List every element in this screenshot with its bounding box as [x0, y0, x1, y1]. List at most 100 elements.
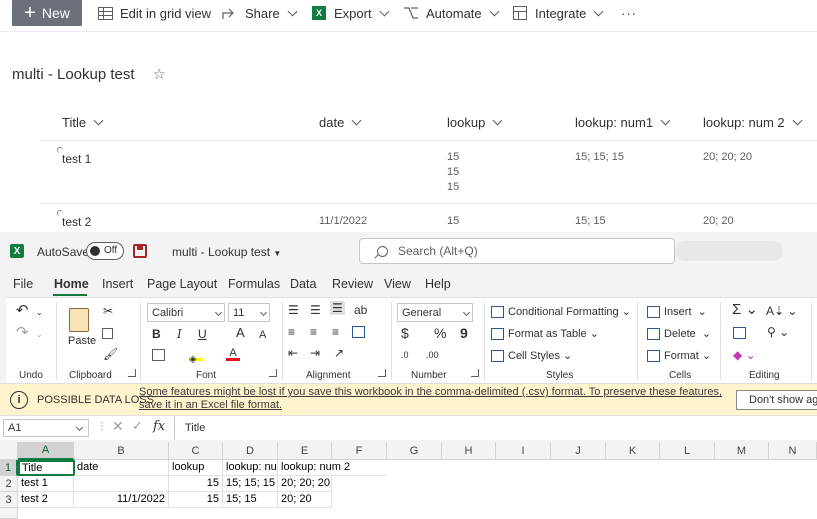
tab-formulas[interactable]: Formulas — [228, 277, 280, 291]
automate-button[interactable]: Automate — [403, 0, 500, 26]
number-format-select[interactable]: General — [397, 303, 473, 322]
tab-help[interactable]: Help — [425, 277, 451, 291]
column-header-g[interactable]: G — [387, 442, 442, 460]
decrease-indent-icon[interactable]: ⇤ — [288, 346, 298, 360]
clear-icon[interactable]: ◆ ⌄ — [733, 348, 756, 362]
document-name[interactable]: multi - Lookup test ▼ — [172, 245, 281, 259]
account-name[interactable] — [675, 241, 783, 261]
align-middle-icon[interactable]: ☰ — [310, 303, 321, 317]
list-item-title[interactable]: test 2 — [62, 215, 91, 229]
column-header-l[interactable]: L — [660, 442, 715, 460]
underline-button[interactable]: U — [198, 327, 207, 341]
column-header-e[interactable]: E — [278, 442, 332, 460]
merge-center-icon[interactable] — [352, 326, 365, 338]
column-header-lookup-num2[interactable]: lookup: num 2 — [703, 115, 803, 130]
percent-button[interactable]: % — [434, 326, 446, 340]
cell-a3[interactable]: test 2 — [18, 492, 74, 508]
undo-icon[interactable]: ↶ — [16, 303, 29, 318]
format-cells-button[interactable]: Format ⌄ — [647, 349, 711, 363]
fill-icon[interactable] — [733, 327, 746, 339]
cell-c1[interactable]: lookup — [169, 460, 223, 476]
cut-icon[interactable]: ✂ — [103, 304, 113, 318]
row-header-3[interactable]: 3 — [0, 492, 18, 508]
column-header-h[interactable]: H — [442, 442, 496, 460]
favorite-star-icon[interactable]: ☆ — [153, 66, 166, 83]
column-header-a[interactable]: A — [18, 442, 74, 460]
column-header-date[interactable]: date — [319, 115, 362, 130]
comma-style-button[interactable]: 9 — [460, 326, 468, 340]
column-header-k[interactable]: K — [606, 442, 660, 460]
column-header-i[interactable]: I — [496, 442, 551, 460]
currency-button[interactable]: $ — [401, 326, 409, 340]
cell-b3[interactable]: 11/1/2022 — [74, 492, 169, 508]
name-box[interactable]: A1 — [3, 419, 89, 437]
fill-color-icon[interactable]: ◈ — [189, 349, 203, 365]
decrease-decimal-icon[interactable]: .00 — [426, 348, 439, 362]
copy-icon[interactable] — [102, 328, 113, 339]
cell-a2[interactable]: test 1 — [18, 476, 74, 492]
row-header-2[interactable]: 2 — [0, 476, 18, 492]
column-header-lookup[interactable]: lookup — [447, 115, 503, 130]
cell-styles-button[interactable]: Cell Styles ⌄ — [491, 349, 572, 363]
dialog-launcher-icon[interactable] — [269, 369, 277, 377]
cell-b1[interactable]: date — [74, 460, 169, 476]
integrate-button[interactable]: Integrate — [513, 0, 604, 26]
tab-insert[interactable]: Insert — [102, 277, 133, 291]
column-header-j[interactable]: J — [551, 442, 606, 460]
more-icon[interactable]: ··· — [621, 0, 637, 26]
align-center-icon[interactable]: ≡ — [310, 325, 317, 339]
share-button[interactable]: Share — [222, 0, 298, 26]
cell-c2[interactable]: 15 — [169, 476, 223, 492]
cell-c3[interactable]: 15 — [169, 492, 223, 508]
cell-e3[interactable]: 20; 20 — [278, 492, 332, 508]
export-button[interactable]: X Export — [312, 0, 390, 26]
column-header-n[interactable]: N — [769, 442, 817, 460]
column-header-d[interactable]: D — [223, 442, 278, 460]
column-header-f[interactable]: F — [332, 442, 387, 460]
tab-home[interactable]: Home — [54, 277, 89, 291]
column-header-lookup-num1[interactable]: lookup: num1 — [575, 115, 671, 130]
row-header-4[interactable] — [0, 508, 18, 519]
align-bottom-icon[interactable]: ☰ — [330, 301, 345, 315]
orientation-icon[interactable]: ↗ — [334, 346, 344, 360]
cancel-icon[interactable]: ✕ — [112, 418, 124, 435]
bold-button[interactable]: B — [152, 327, 161, 341]
align-right-icon[interactable]: ≡ — [332, 325, 339, 339]
dialog-launcher-icon[interactable] — [471, 369, 479, 377]
column-header-b[interactable]: B — [74, 442, 169, 460]
delete-cells-button[interactable]: Delete ⌄ — [647, 327, 711, 341]
warning-message-link[interactable]: Some features might be lost if you save … — [139, 386, 729, 412]
cell-d1[interactable]: lookup: nu — [223, 460, 278, 476]
dialog-launcher-icon[interactable] — [128, 369, 136, 377]
find-select-icon[interactable]: ⚲ ⌄ — [767, 325, 789, 339]
dont-show-again-button[interactable]: Don't show aga — [736, 390, 817, 410]
conditional-formatting-button[interactable]: Conditional Formatting ⌄ — [491, 305, 631, 319]
autosave-toggle[interactable]: Off — [86, 242, 124, 260]
align-left-icon[interactable]: ≡ — [288, 325, 295, 339]
insert-cells-button[interactable]: Insert ⌄ — [647, 305, 707, 319]
column-header-title[interactable]: Title — [62, 115, 104, 130]
select-all-corner[interactable] — [0, 442, 18, 460]
grow-font-button[interactable]: A — [236, 326, 245, 340]
align-top-icon[interactable]: ☰ — [288, 303, 299, 317]
tab-page-layout[interactable]: Page Layout — [147, 277, 217, 291]
list-item-title[interactable]: test 1 — [62, 152, 91, 166]
column-header-c[interactable]: C — [169, 442, 223, 460]
cell-d2[interactable]: 15; 15; 15 — [223, 476, 278, 492]
tab-file[interactable]: File — [13, 277, 33, 291]
font-size-select[interactable]: 11 — [228, 303, 270, 322]
edit-grid-button[interactable]: Edit in grid view — [98, 0, 211, 26]
borders-icon[interactable] — [152, 349, 165, 361]
redo-icon[interactable]: ↷ — [16, 325, 29, 340]
format-as-table-button[interactable]: Format as Table ⌄ — [491, 327, 599, 341]
cell-a1[interactable]: Title — [18, 460, 75, 476]
autosum-icon[interactable]: Σ ⌄ — [732, 302, 758, 317]
italic-button[interactable]: I — [177, 327, 182, 341]
more-vertical-icon[interactable]: ⋮ — [97, 421, 107, 432]
cell-d3[interactable]: 15; 15 — [223, 492, 278, 508]
cell-e1[interactable]: lookup: num 2 — [278, 460, 387, 476]
save-icon[interactable] — [133, 244, 147, 258]
new-button[interactable]: + New — [12, 0, 82, 26]
row-header-1[interactable]: 1 — [0, 460, 18, 476]
font-color-icon[interactable]: A — [226, 347, 240, 361]
